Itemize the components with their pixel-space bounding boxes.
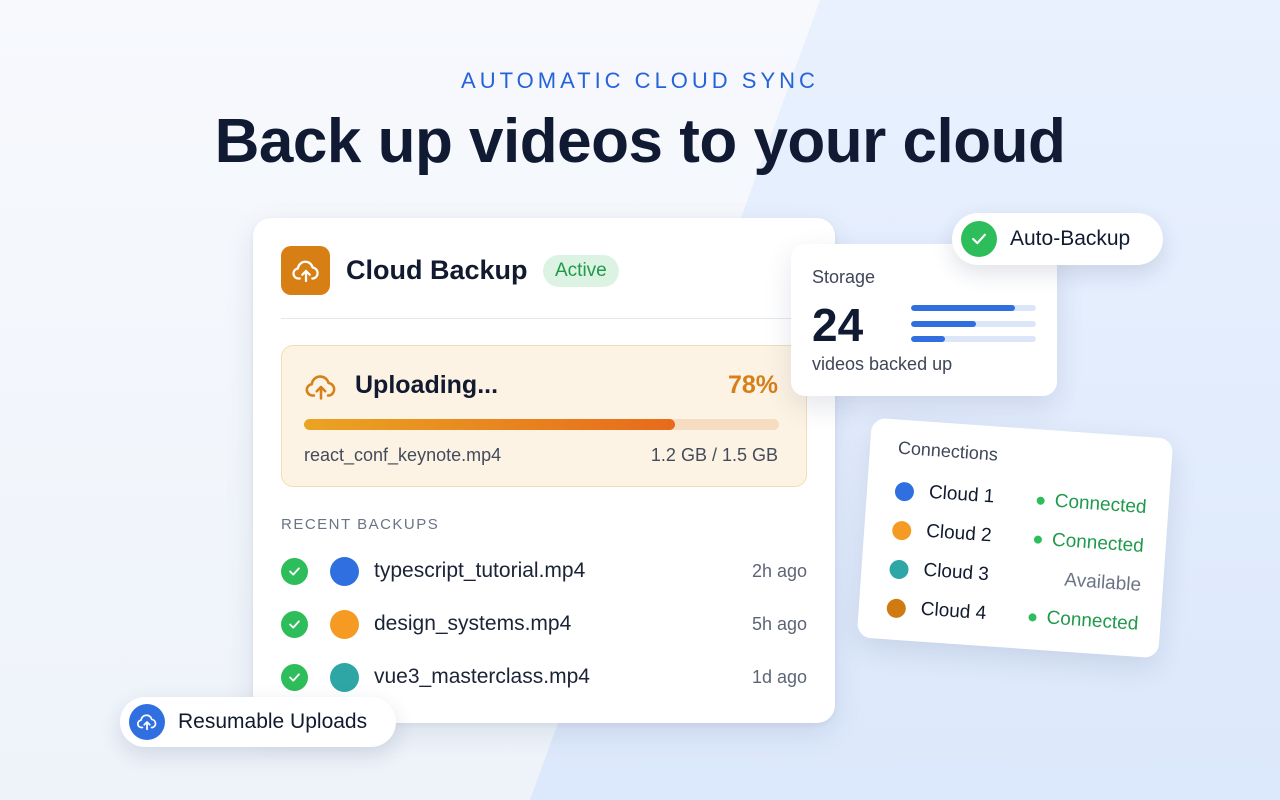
upload-size: 1.2 GB / 1.5 GB	[650, 445, 778, 465]
hero-headline: Back up videos to your cloud	[214, 107, 1066, 176]
connection-name: Cloud 3	[922, 559, 990, 586]
storage-label: Storage	[812, 267, 876, 287]
check-icon	[961, 221, 997, 257]
file-color-dot	[330, 662, 359, 692]
connection-name: Cloud 2	[925, 520, 993, 547]
upload-progress-bar	[304, 419, 779, 430]
list-item[interactable]: design_systems.mp4 5h ago	[281, 607, 807, 641]
connection-status: Available	[1063, 569, 1142, 596]
list-item[interactable]: typescript_tutorial.mp4 2h ago	[281, 554, 807, 588]
connection-status: Connected	[1028, 606, 1139, 636]
storage-card: Storage 24 videos backed up	[791, 244, 1057, 396]
connection-status: Connected	[1036, 489, 1147, 519]
connection-status: Connected	[1033, 528, 1144, 558]
file-time: 5h ago	[751, 613, 807, 634]
list-item[interactable]: vue3_masterclass.mp4 1d ago	[281, 660, 807, 694]
connections-card: Connections Cloud 1 Connected Cloud 2 Co…	[856, 417, 1174, 659]
cloud-color-dot	[888, 558, 910, 580]
cloud-color-dot	[891, 519, 912, 541]
recent-backups-heading: RECENT BACKUPS	[281, 516, 440, 533]
resumable-uploads-label: Resumable Uploads	[178, 710, 368, 733]
storage-subtitle: videos backed up	[812, 354, 953, 374]
auto-backup-label: Auto-Backup	[1010, 227, 1131, 250]
status-dot-icon	[1033, 535, 1043, 544]
resumable-uploads-pill[interactable]: Resumable Uploads	[120, 697, 396, 747]
upload-percent: 78%	[727, 371, 778, 399]
cloud-backup-card: Cloud Backup Active Uploading... 78% rea…	[253, 218, 835, 723]
storage-count: 24	[812, 299, 864, 351]
cloud-upload-icon	[129, 704, 165, 740]
cloud-color-dot	[886, 597, 907, 619]
upload-progress-fill	[304, 419, 675, 430]
storage-bar-fill	[911, 321, 976, 327]
connection-row[interactable]: Cloud 4 Connected	[886, 594, 1139, 638]
check-icon	[281, 610, 308, 638]
hero-eyebrow: AUTOMATIC CLOUD SYNC	[461, 68, 819, 93]
file-color-dot	[330, 609, 359, 639]
storage-bar	[911, 336, 1036, 342]
divider	[281, 318, 807, 319]
file-name: design_systems.mp4	[374, 612, 572, 635]
upload-file-name: react_conf_keynote.mp4	[304, 445, 502, 465]
connection-row[interactable]: Cloud 1 Connected	[894, 478, 1147, 522]
status-badge: Active	[543, 255, 619, 287]
auto-backup-pill[interactable]: Auto-Backup	[952, 213, 1163, 265]
storage-bar	[911, 321, 1036, 327]
status-dot-icon	[1028, 613, 1037, 622]
card-title: Cloud Backup	[346, 255, 528, 285]
connections-title: Connections	[897, 437, 999, 465]
cloud-color-dot	[894, 481, 915, 502]
cloud-upload-icon	[281, 246, 330, 295]
connection-name: Cloud 4	[920, 598, 987, 625]
storage-bar	[911, 305, 1036, 311]
storage-bar-fill	[911, 305, 1015, 311]
file-time: 1d ago	[751, 666, 807, 687]
storage-bar-fill	[911, 336, 945, 342]
file-name: typescript_tutorial.mp4	[374, 559, 586, 582]
file-time: 2h ago	[751, 560, 807, 581]
connection-name: Cloud 1	[928, 481, 996, 508]
connection-row[interactable]: Cloud 2 Connected	[891, 516, 1144, 560]
check-icon	[281, 557, 308, 585]
upload-progress-panel: Uploading... 78% react_conf_keynote.mp4 …	[281, 345, 807, 487]
status-dot-icon	[1036, 496, 1046, 505]
check-icon	[281, 663, 308, 691]
file-name: vue3_masterclass.mp4	[374, 665, 590, 688]
cloud-upload-icon	[304, 370, 338, 409]
file-color-dot	[330, 556, 359, 586]
upload-status-label: Uploading...	[355, 371, 499, 399]
connection-row[interactable]: Cloud 3 Available	[888, 555, 1142, 599]
